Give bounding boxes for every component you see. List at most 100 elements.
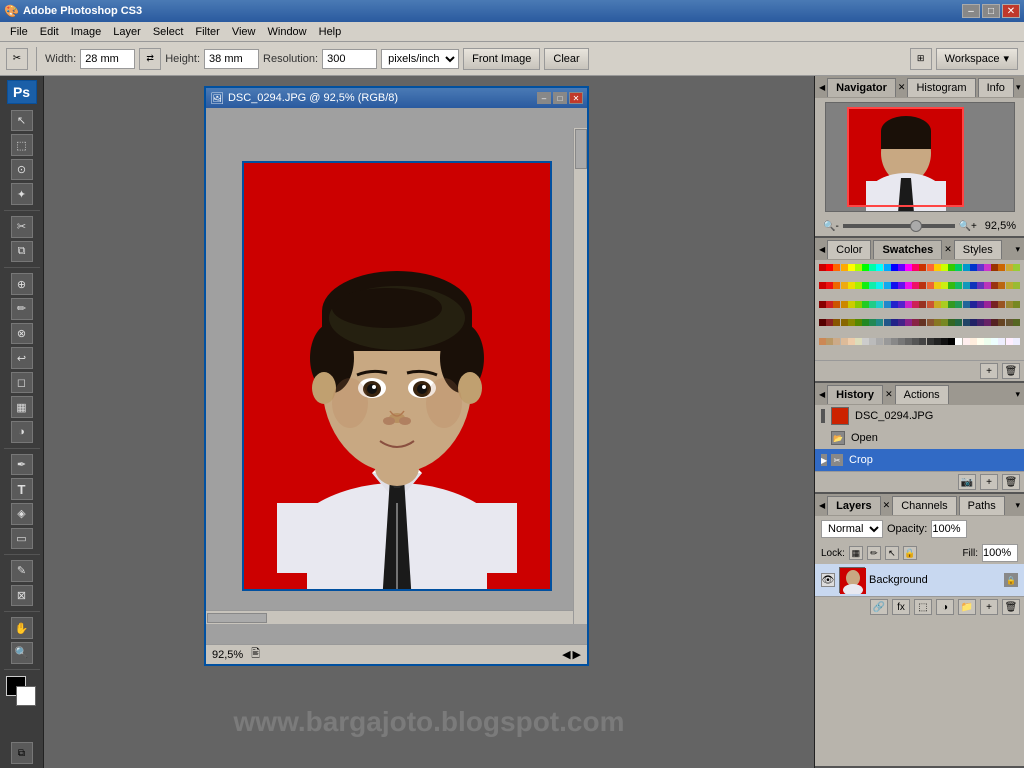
swatch-item[interactable] [898, 301, 905, 308]
move-tool[interactable]: ↖ [11, 110, 33, 132]
swatch-item[interactable] [855, 264, 862, 271]
swatch-item[interactable] [998, 319, 1005, 326]
color-panel-collapse[interactable]: ◀ [819, 245, 825, 254]
vertical-scrollbar[interactable] [573, 128, 587, 624]
swatch-item[interactable] [955, 338, 962, 345]
panel-collapse-icon[interactable]: ◀ [819, 83, 825, 92]
swatch-item[interactable] [898, 282, 905, 289]
scroll-right-btn[interactable]: ▶ [573, 648, 581, 661]
swatch-item[interactable] [905, 338, 912, 345]
swatch-item[interactable] [884, 301, 891, 308]
swatch-item[interactable] [927, 338, 934, 345]
swatch-item[interactable] [1006, 338, 1013, 345]
new-snapshot-button[interactable]: 📷 [958, 474, 976, 490]
clone-stamp-tool[interactable]: ⊗ [11, 323, 33, 345]
swatch-item[interactable] [912, 319, 919, 326]
swatch-item[interactable] [876, 282, 883, 289]
swatch-item[interactable] [919, 319, 926, 326]
swatch-item[interactable] [912, 338, 919, 345]
quick-mask-btn[interactable]: ⧉ [11, 742, 33, 764]
layer-row-background[interactable]: 👁 Background 🔒 [815, 564, 1024, 596]
swap-icon[interactable]: ⇄ [139, 48, 161, 70]
menu-window[interactable]: Window [262, 24, 313, 40]
swatch-item[interactable] [927, 282, 934, 289]
swatch-item[interactable] [891, 301, 898, 308]
swatch-item[interactable] [869, 301, 876, 308]
tab-paths[interactable]: Paths [959, 496, 1005, 515]
color-options-icon[interactable]: ▾ [1015, 244, 1020, 255]
swatch-item[interactable] [905, 264, 912, 271]
swatch-item[interactable] [841, 338, 848, 345]
swatch-item[interactable] [869, 282, 876, 289]
zoom-tool[interactable]: 🔍 [11, 642, 33, 664]
swatch-item[interactable] [848, 282, 855, 289]
minimize-button[interactable]: – [962, 4, 980, 18]
swatch-item[interactable] [876, 264, 883, 271]
history-brush-tool[interactable]: ↩ [11, 347, 33, 369]
swatch-item[interactable] [855, 319, 862, 326]
swatch-item[interactable] [848, 319, 855, 326]
swatch-item[interactable] [963, 282, 970, 289]
layers-options-icon[interactable]: ▾ [1015, 500, 1020, 511]
shape-tool[interactable]: ▭ [11, 528, 33, 550]
maximize-button[interactable]: □ [982, 4, 1000, 18]
swatch-item[interactable] [934, 338, 941, 345]
healing-tool[interactable]: ⊕ [11, 273, 33, 295]
lasso-tool[interactable]: ⊙ [11, 159, 33, 181]
notes-tool[interactable]: ✎ [11, 560, 33, 582]
swatch-item[interactable] [970, 301, 977, 308]
swatch-item[interactable] [912, 282, 919, 289]
doc-maximize-button[interactable]: □ [553, 92, 567, 104]
zoom-out-icon[interactable]: 🔍- [823, 221, 839, 232]
swatch-item[interactable] [970, 282, 977, 289]
swatch-item[interactable] [927, 301, 934, 308]
swatch-item[interactable] [819, 319, 826, 326]
history-close-icon[interactable]: ✕ [885, 389, 893, 400]
swatch-item[interactable] [984, 319, 991, 326]
swatch-item[interactable] [855, 282, 862, 289]
menu-help[interactable]: Help [313, 24, 348, 40]
dodge-tool[interactable]: ◑ [11, 421, 33, 443]
workspace-icon[interactable]: ⊞ [910, 48, 932, 70]
swatch-item[interactable] [991, 282, 998, 289]
new-adjustment-layer-btn[interactable]: ◑ [936, 599, 954, 615]
nav-close-icon[interactable]: ✕ [898, 82, 906, 93]
new-swatch-button[interactable]: + [980, 363, 998, 379]
swatch-item[interactable] [963, 338, 970, 345]
swatch-item[interactable] [869, 264, 876, 271]
swatch-item[interactable] [941, 319, 948, 326]
swatch-item[interactable] [898, 319, 905, 326]
swatch-item[interactable] [984, 264, 991, 271]
layers-collapse[interactable]: ◀ [819, 501, 825, 510]
swatch-item[interactable] [977, 264, 984, 271]
swatch-item[interactable] [862, 301, 869, 308]
swatch-item[interactable] [862, 282, 869, 289]
swatch-item[interactable] [826, 301, 833, 308]
swatch-item[interactable] [841, 301, 848, 308]
swatch-item[interactable] [919, 282, 926, 289]
opacity-input[interactable] [931, 520, 967, 538]
swatch-item[interactable] [948, 319, 955, 326]
tab-actions[interactable]: Actions [895, 385, 949, 404]
swatch-item[interactable] [1013, 282, 1020, 289]
slice-tool[interactable]: ⧉ [11, 241, 33, 263]
nav-options-icon[interactable]: ▾ [1016, 82, 1021, 93]
swatch-item[interactable] [955, 282, 962, 289]
swatch-item[interactable] [862, 264, 869, 271]
menu-edit[interactable]: Edit [34, 24, 65, 40]
zoom-in-icon[interactable]: 🔍+ [959, 221, 977, 232]
swatch-item[interactable] [998, 301, 1005, 308]
crop-tool[interactable]: ✂ [11, 216, 33, 238]
blend-mode-select[interactable]: Normal [821, 520, 883, 538]
tab-navigator[interactable]: Navigator [827, 78, 896, 97]
swatch-item[interactable] [934, 282, 941, 289]
doc-close-button[interactable]: ✕ [569, 92, 583, 104]
layer-mask-btn[interactable]: ⬚ [914, 599, 932, 615]
swatch-item[interactable] [991, 338, 998, 345]
swatch-item[interactable] [884, 319, 891, 326]
swatch-item[interactable] [984, 282, 991, 289]
swatch-item[interactable] [905, 319, 912, 326]
swatch-item[interactable] [941, 282, 948, 289]
swatch-item[interactable] [948, 338, 955, 345]
swatch-item[interactable] [905, 301, 912, 308]
